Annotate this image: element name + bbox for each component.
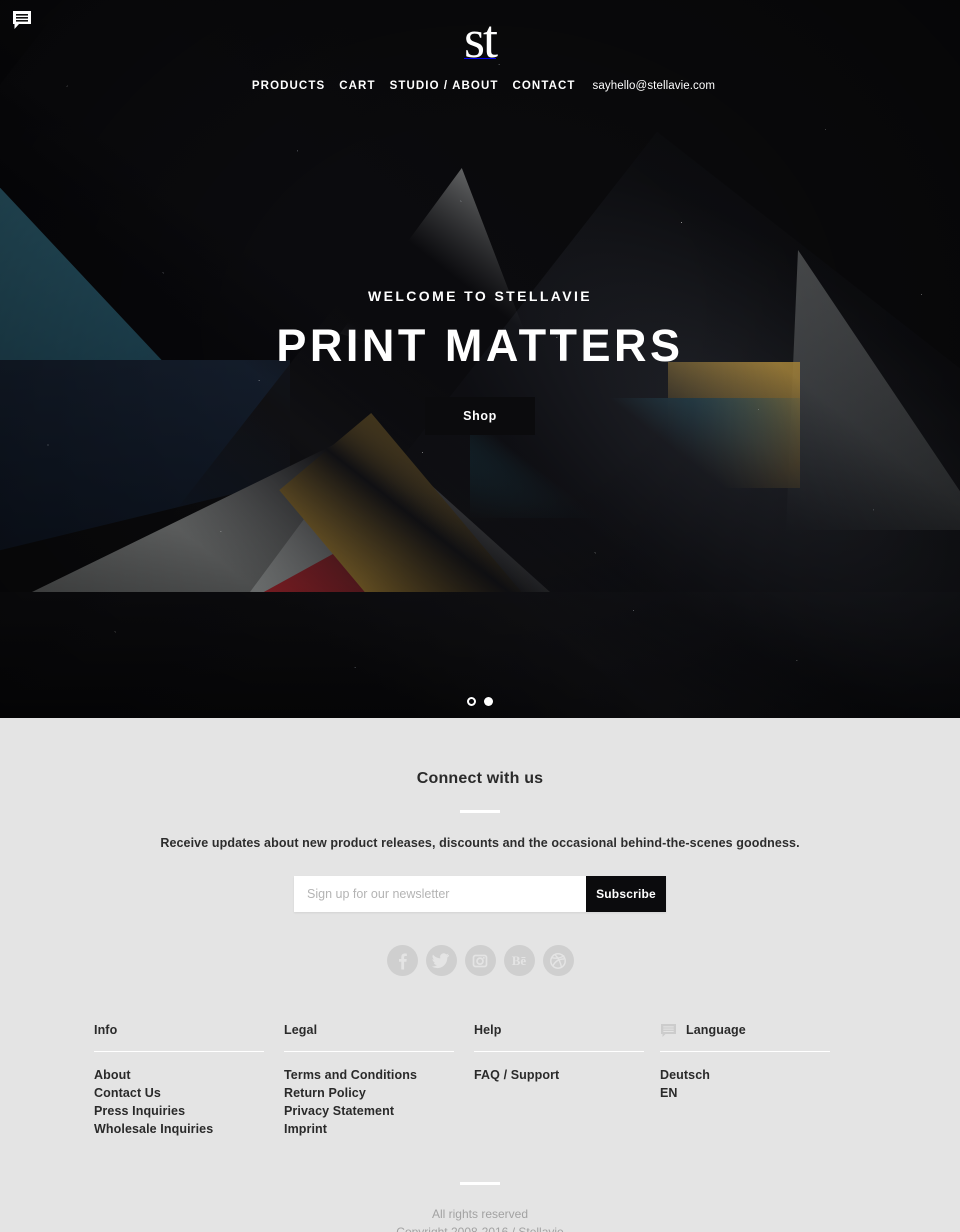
nav-contact[interactable]: CONTACT	[512, 80, 575, 92]
subscribe-button[interactable]: Subscribe	[586, 876, 666, 912]
site-footer: Connect with us Receive updates about ne…	[0, 718, 960, 1232]
rights-reserved-text: All rights reserved	[431, 1207, 529, 1221]
nav-cart[interactable]: CART	[339, 80, 375, 92]
footer-col-help-divider	[474, 1051, 644, 1052]
behance-label: Bē	[511, 953, 527, 968]
connect-subtitle: Receive updates about new product releas…	[160, 836, 800, 850]
footer-col-legal: Legal Terms and Conditions Return Policy…	[284, 1022, 474, 1138]
page-root: st PRODUCTS CART STUDIO / ABOUT CONTACT …	[0, 0, 960, 1232]
footer-link-about[interactable]: About	[94, 1066, 284, 1084]
connect-divider	[460, 810, 500, 813]
social-links: Bē	[0, 945, 960, 976]
logo-text: st	[463, 9, 498, 69]
footer-link-columns: Info About Contact Us Press Inquiries Wh…	[94, 1022, 866, 1138]
connect-title: Connect with us	[416, 770, 544, 787]
carousel-dot-1[interactable]	[467, 697, 476, 706]
newsletter-form: Subscribe	[294, 876, 666, 912]
footer-link-wholesale-inquiries[interactable]: Wholesale Inquiries	[94, 1120, 284, 1138]
facebook-icon[interactable]	[386, 945, 418, 976]
carousel-dots	[0, 697, 960, 706]
chat-bubble-icon[interactable]	[10, 8, 34, 32]
hero-title: PRINT MATTERS	[276, 320, 684, 371]
footer-link-language-en[interactable]: EN	[660, 1084, 866, 1102]
footer-col-language-heading: Language	[660, 1022, 866, 1038]
footer-link-return-policy[interactable]: Return Policy	[284, 1084, 474, 1102]
footer-col-language: Language Deutsch EN	[660, 1022, 866, 1138]
nav-studio-about[interactable]: STUDIO / ABOUT	[390, 80, 499, 92]
chat-bubble-icon	[660, 1023, 677, 1038]
footer-link-press-inquiries[interactable]: Press Inquiries	[94, 1102, 284, 1120]
footer-link-terms-and-conditions[interactable]: Terms and Conditions	[284, 1066, 474, 1084]
behance-icon[interactable]: Bē	[503, 945, 535, 976]
newsletter-email-input[interactable]	[294, 876, 586, 912]
footer-col-help: Help FAQ / Support	[474, 1022, 660, 1138]
copyright-text: Copyright 2008-2016 / Stellavie	[396, 1225, 564, 1232]
footer-bottom-divider	[460, 1182, 500, 1185]
footer-link-imprint[interactable]: Imprint	[284, 1120, 474, 1138]
shop-button[interactable]: Shop	[425, 397, 535, 436]
hero-section: st PRODUCTS CART STUDIO / ABOUT CONTACT …	[0, 0, 960, 718]
footer-link-language-deutsch[interactable]: Deutsch	[660, 1066, 866, 1084]
footer-link-faq-support[interactable]: FAQ / Support	[474, 1066, 660, 1084]
footer-link-privacy-statement[interactable]: Privacy Statement	[284, 1102, 474, 1120]
footer-col-info-heading: Info	[94, 1023, 118, 1037]
footer-bottom: All rights reserved Copyright 2008-2016 …	[0, 1182, 960, 1232]
twitter-icon[interactable]	[425, 945, 457, 976]
dribbble-icon[interactable]	[542, 945, 574, 976]
footer-col-language-divider	[660, 1051, 830, 1052]
footer-link-contact-us[interactable]: Contact Us	[94, 1084, 284, 1102]
footer-col-help-heading: Help	[474, 1023, 502, 1037]
footer-col-legal-divider	[284, 1051, 454, 1052]
instagram-icon[interactable]	[464, 945, 496, 976]
hero-eyebrow: WELCOME TO STELLAVIE	[367, 288, 593, 304]
footer-col-info: Info About Contact Us Press Inquiries Wh…	[94, 1022, 284, 1138]
footer-col-legal-heading: Legal	[284, 1023, 318, 1037]
carousel-dot-2[interactable]	[484, 697, 493, 706]
footer-col-info-divider	[94, 1051, 264, 1052]
footer-col-language-label: Language	[686, 1023, 746, 1037]
main-navigation: PRODUCTS CART STUDIO / ABOUT CONTACT say…	[0, 80, 960, 92]
site-header: st PRODUCTS CART STUDIO / ABOUT CONTACT …	[0, 0, 960, 92]
nav-email-link[interactable]: sayhello@stellavie.com	[593, 80, 716, 92]
site-logo[interactable]: st	[445, 0, 515, 66]
nav-products[interactable]: PRODUCTS	[252, 80, 325, 92]
hero-copy: WELCOME TO STELLAVIE PRINT MATTERS Shop	[0, 288, 960, 436]
